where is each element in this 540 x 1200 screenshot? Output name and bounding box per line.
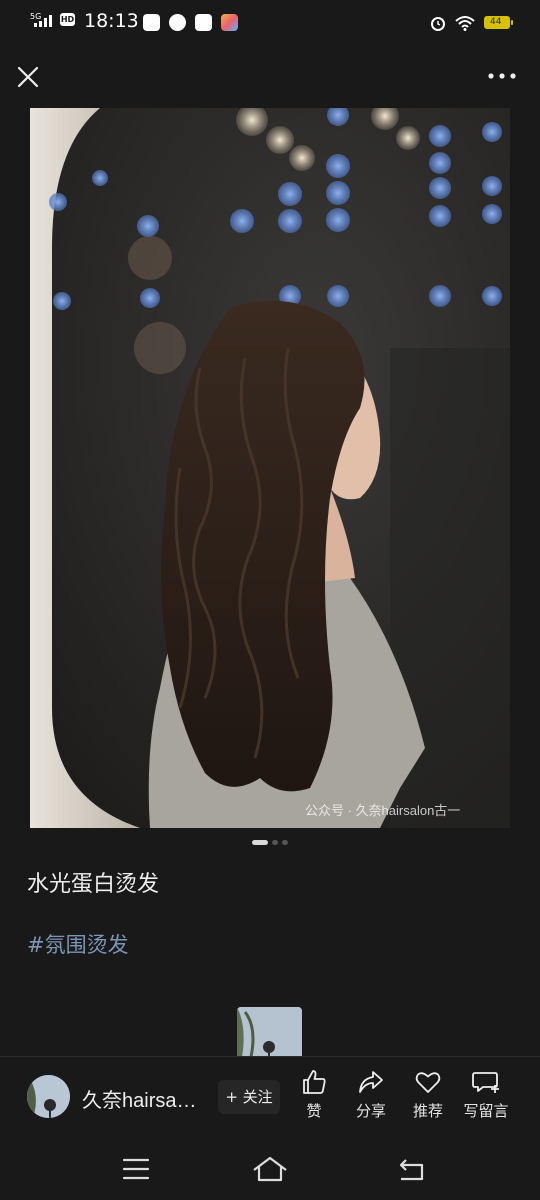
comment-icon (472, 1072, 499, 1093)
hd-label: HD (60, 15, 75, 24)
battery-level: 44 (490, 17, 502, 27)
thumb-up-icon (303, 1070, 326, 1094)
like-label: 赞 (306, 1102, 322, 1120)
post-title: 水光蛋白烫发 (27, 872, 160, 897)
hashtag-link[interactable]: #氛围烫发 (27, 929, 129, 959)
close-icon[interactable] (14, 63, 42, 91)
more-dots-icon[interactable] (486, 66, 518, 86)
alarm-icon (430, 16, 445, 31)
app-icon-1 (143, 14, 160, 31)
thumbnail-art (237, 1007, 302, 1057)
app-icon-3 (195, 14, 213, 31)
app-icon-4 (221, 14, 239, 31)
recommend-label: 推荐 (412, 1102, 443, 1120)
avatar-art (27, 1075, 70, 1118)
image-pager (252, 840, 292, 846)
share-icon (359, 1071, 383, 1093)
wifi-icon (455, 15, 475, 31)
heart-icon (415, 1072, 441, 1093)
network-label: 5G (30, 12, 41, 21)
recommend-button[interactable]: 推荐 (398, 1068, 458, 1121)
pager-dot-active (252, 840, 268, 845)
author-name[interactable]: 久奈hairsa… (82, 1084, 214, 1113)
signal-icon: 5G (30, 12, 52, 27)
photo-artwork (30, 108, 510, 828)
home-icon[interactable] (250, 1152, 290, 1186)
status-time: 18:13 (84, 10, 139, 32)
back-icon[interactable] (392, 1152, 432, 1186)
share-label: 分享 (355, 1102, 386, 1120)
like-button[interactable]: 赞 (284, 1068, 344, 1121)
pager-dot (282, 840, 288, 845)
comment-button[interactable]: 写留言 (456, 1068, 516, 1121)
hd-icon: HD (60, 13, 75, 26)
share-button[interactable]: 分享 (341, 1068, 401, 1121)
menu-icon[interactable] (116, 1152, 156, 1186)
comment-label: 写留言 (463, 1102, 509, 1120)
mini-thumbnail[interactable] (237, 1007, 302, 1057)
notification-icons (143, 12, 242, 31)
status-bar: 5G HD 18:13 44 (0, 0, 540, 44)
post-photo[interactable] (30, 108, 510, 828)
status-right: 44 (430, 12, 513, 31)
app-icon-2 (169, 14, 187, 31)
photo-watermark: 公众号 · 久奈hairsalon古一 (305, 803, 461, 818)
avatar[interactable] (27, 1075, 70, 1118)
pager-dot (272, 840, 278, 845)
battery-icon: 44 (484, 16, 513, 29)
follow-button[interactable]: + 关注 (218, 1080, 280, 1114)
